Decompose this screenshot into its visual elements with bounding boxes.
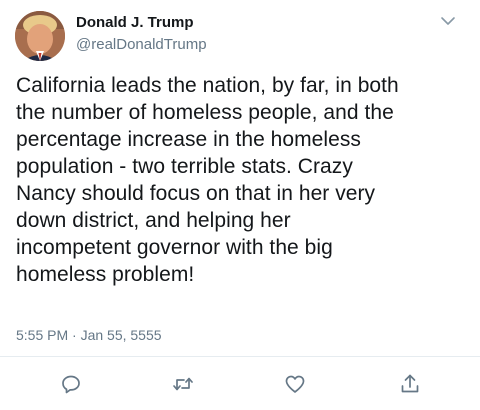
tweet-card: Donald J. Trump @realDonaldTrump Califor…: [0, 0, 480, 410]
reply-icon[interactable]: [59, 372, 83, 396]
share-icon[interactable]: [398, 372, 422, 396]
chevron-down-icon[interactable]: [440, 14, 456, 28]
user-handle[interactable]: @realDonaldTrump: [76, 35, 207, 55]
tweet-text: California leads the nation, by far, in …: [16, 74, 399, 286]
avatar[interactable]: [15, 11, 65, 61]
avatar-image: [15, 11, 65, 61]
retweet-icon[interactable]: [171, 372, 195, 396]
heart-icon[interactable]: [283, 372, 307, 396]
tweet-timestamp[interactable]: 5:55 PM · Jan 55, 5555: [16, 326, 162, 344]
display-name[interactable]: Donald J. Trump: [76, 13, 194, 33]
divider: [0, 356, 480, 357]
